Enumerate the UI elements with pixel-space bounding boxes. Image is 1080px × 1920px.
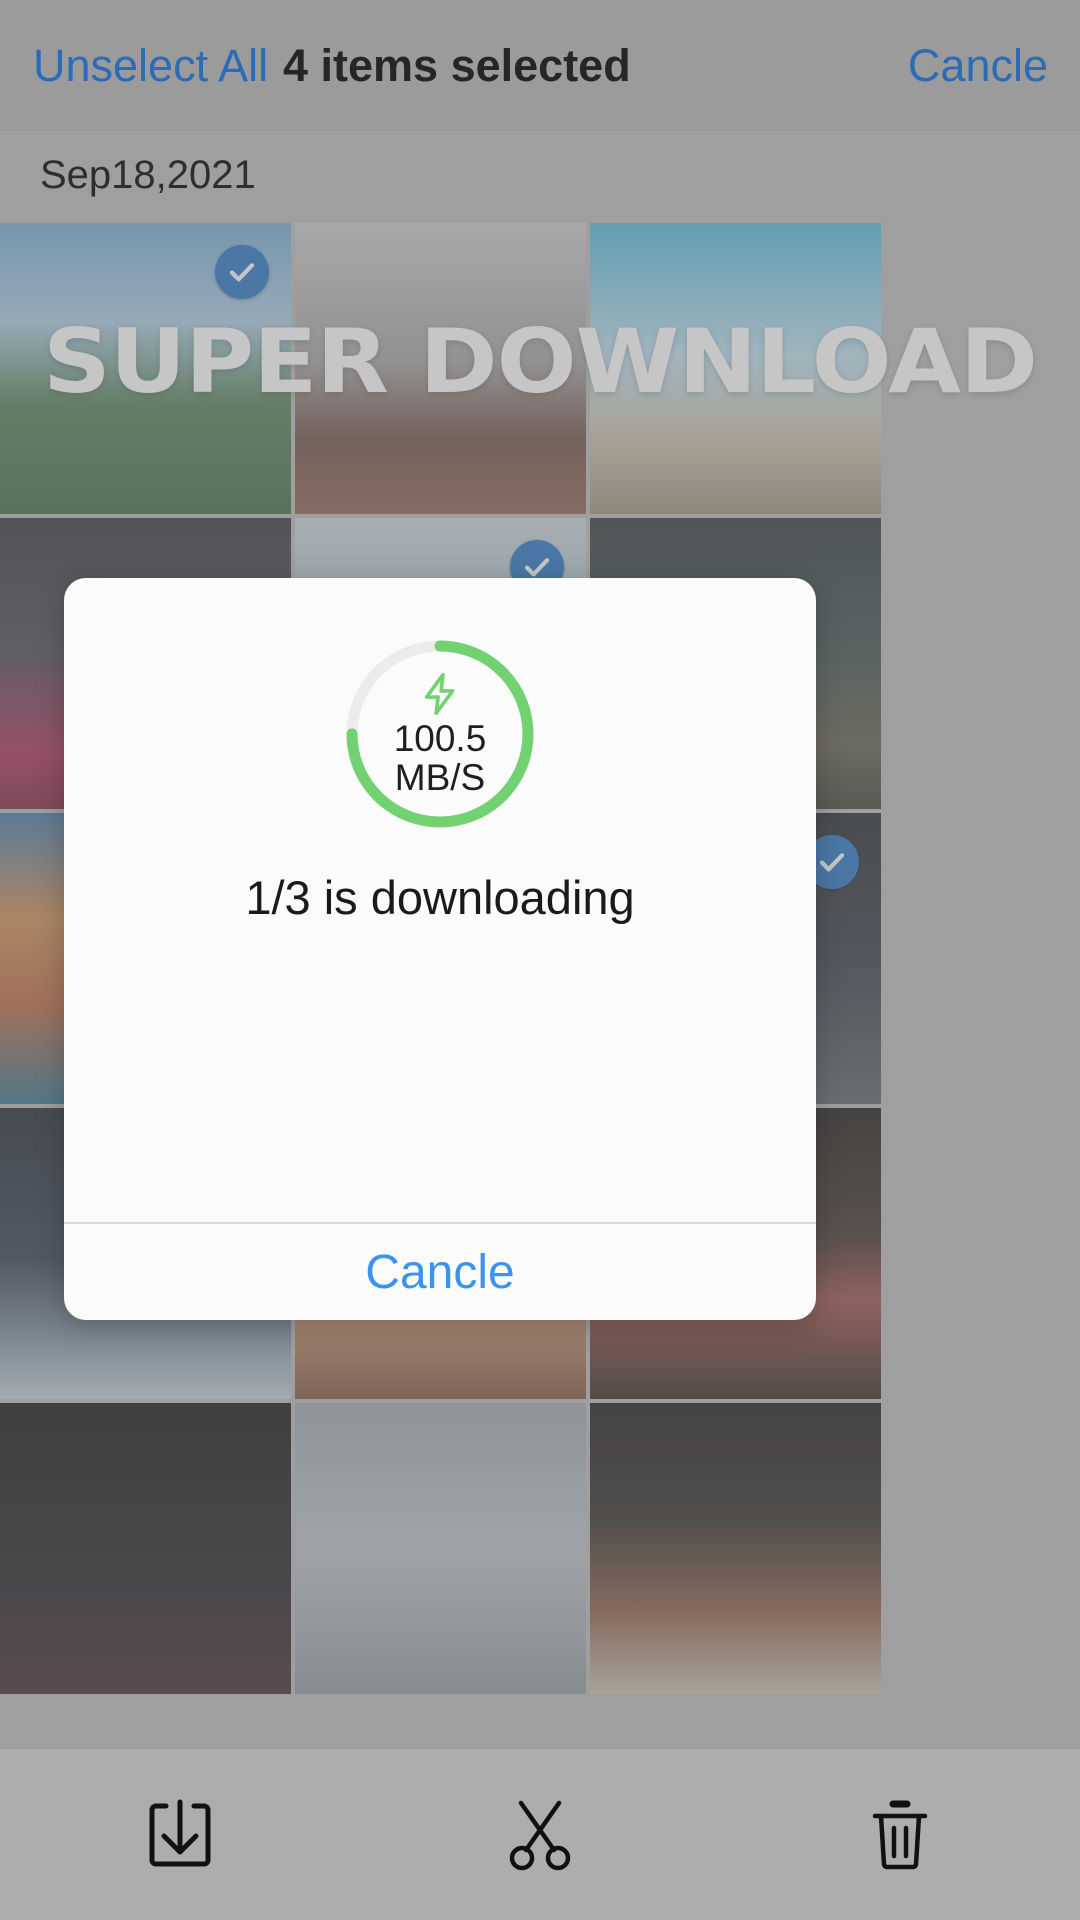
- photo-thumbnail: [590, 1403, 881, 1694]
- photo-tile[interactable]: [295, 223, 586, 514]
- date-section-header: Sep18,2021: [0, 131, 1080, 223]
- photo-tile[interactable]: [295, 1403, 586, 1694]
- photo-thumbnail: [590, 223, 881, 514]
- speed-gauge: 100.5 MB/S: [342, 636, 538, 832]
- unselect-all-button[interactable]: Unselect All: [33, 40, 268, 92]
- cut-button[interactable]: [360, 1749, 720, 1920]
- photo-tile[interactable]: [0, 223, 291, 514]
- download-button[interactable]: [0, 1749, 360, 1920]
- selected-check-badge[interactable]: [215, 245, 269, 299]
- photo-tile[interactable]: [0, 1403, 291, 1694]
- delete-button[interactable]: [720, 1749, 1080, 1920]
- trash-icon: [869, 1798, 931, 1872]
- dialog-cancel-button[interactable]: Cancle: [64, 1224, 816, 1320]
- scissors-icon: [505, 1798, 575, 1872]
- check-icon: [819, 853, 845, 872]
- speed-unit: MB/S: [394, 757, 486, 798]
- photo-thumbnail: [295, 1403, 586, 1694]
- lightning-bolt-icon: [424, 672, 455, 715]
- photo-tile[interactable]: [590, 1403, 881, 1694]
- selection-count-label: 4 items selected: [283, 39, 631, 91]
- selection-top-bar: Unselect All 4 items selected Cancle: [0, 0, 1080, 131]
- top-cancel-button[interactable]: Cancle: [908, 40, 1048, 92]
- photo-tile[interactable]: [590, 223, 881, 514]
- speed-value: 100.5: [393, 717, 487, 759]
- download-status-text: 1/3 is downloading: [245, 871, 635, 924]
- photo-thumbnail: [295, 223, 586, 514]
- download-icon: [146, 1798, 214, 1872]
- check-icon: [229, 263, 255, 282]
- date-label: Sep18,2021: [40, 153, 256, 197]
- download-progress-dialog: 100.5 MB/S 1/3 is downloading Cancle: [64, 578, 816, 1320]
- dialog-body: 100.5 MB/S 1/3 is downloading: [64, 578, 816, 1222]
- photo-thumbnail: [0, 1403, 291, 1694]
- bottom-action-toolbar: [0, 1748, 1080, 1920]
- photo-gallery-screen: SUPER DOWNLOAD Unselect All 4 items sele…: [0, 0, 1080, 1920]
- gauge-center: 100.5 MB/S: [342, 636, 538, 832]
